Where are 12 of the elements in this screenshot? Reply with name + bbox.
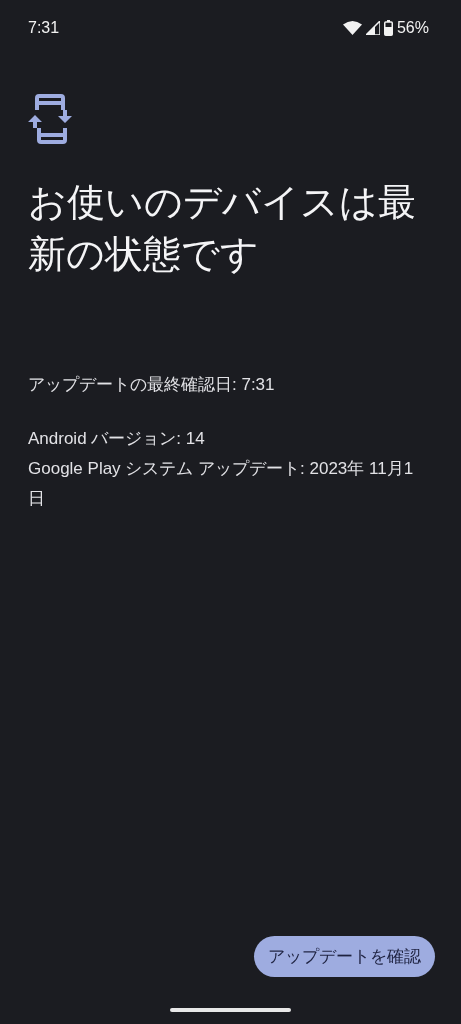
page-title: お使いのデバイスは最新の状態です	[28, 180, 417, 277]
phone-sync-icon	[28, 94, 74, 144]
version-info: Android バージョン: 14	[28, 428, 206, 450]
version-info: Google Play システム アップデート: 2023年 11月1日	[28, 458, 415, 510]
status-time: 7:31	[28, 19, 60, 37]
wifi-icon	[342, 21, 362, 35]
last-checked-text: アップデートの最終確認日: 7:31	[28, 374, 276, 396]
home-indicator[interactable]	[170, 1008, 291, 1012]
signal-icon	[365, 21, 380, 35]
check-update-button[interactable]: アップデートを確認	[254, 936, 435, 977]
battery-percent: 56%	[396, 19, 429, 37]
battery-icon	[383, 20, 393, 36]
